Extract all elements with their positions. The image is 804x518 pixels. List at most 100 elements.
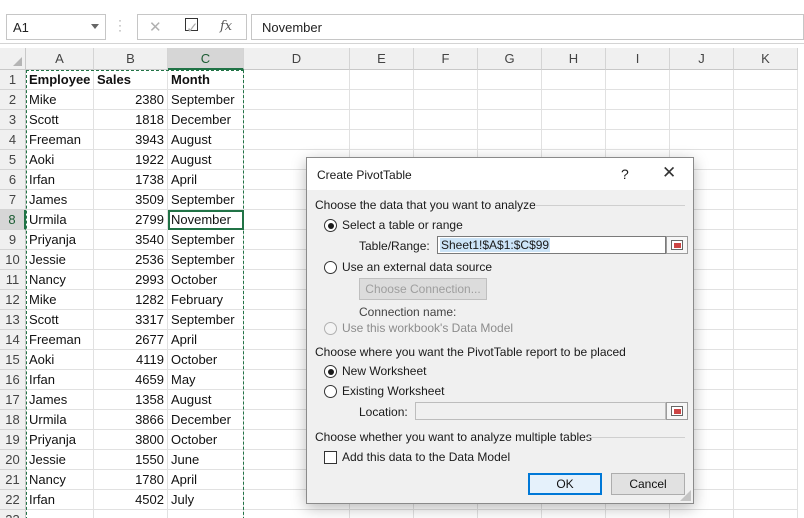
cell-c20[interactable]: June bbox=[168, 450, 244, 470]
cell-h2[interactable] bbox=[542, 90, 606, 110]
cell-c13[interactable]: September bbox=[168, 310, 244, 330]
cell-h1[interactable] bbox=[542, 70, 606, 90]
row-header-21[interactable]: 21 bbox=[0, 470, 26, 490]
column-header-c[interactable]: C bbox=[168, 48, 244, 70]
cell-j4[interactable] bbox=[670, 130, 734, 150]
collapse-dialog-icon[interactable] bbox=[666, 402, 688, 420]
cancel-button[interactable]: Cancel bbox=[611, 473, 685, 495]
cell-b20[interactable]: 1550 bbox=[94, 450, 168, 470]
cell-h23[interactable] bbox=[542, 510, 606, 518]
row-header-15[interactable]: 15 bbox=[0, 350, 26, 370]
cell-c6[interactable]: April bbox=[168, 170, 244, 190]
cell-i23[interactable] bbox=[606, 510, 670, 518]
cell-k18[interactable] bbox=[734, 410, 798, 430]
cell-a22[interactable]: Irfan bbox=[26, 490, 94, 510]
cell-k9[interactable] bbox=[734, 230, 798, 250]
cell-c11[interactable]: October bbox=[168, 270, 244, 290]
enter-entry-icon[interactable]: ✓ bbox=[185, 18, 199, 37]
cell-a13[interactable]: Scott bbox=[26, 310, 94, 330]
column-header-a[interactable]: A bbox=[26, 48, 94, 70]
cell-c5[interactable]: August bbox=[168, 150, 244, 170]
cell-a7[interactable]: James bbox=[26, 190, 94, 210]
collapse-dialog-icon[interactable] bbox=[666, 236, 688, 254]
cell-c17[interactable]: August bbox=[168, 390, 244, 410]
cell-d3[interactable] bbox=[244, 110, 350, 130]
cell-a14[interactable]: Freeman bbox=[26, 330, 94, 350]
row-header-9[interactable]: 9 bbox=[0, 230, 26, 250]
cell-a1[interactable]: Employee bbox=[26, 70, 94, 90]
cell-h4[interactable] bbox=[542, 130, 606, 150]
cell-b18[interactable]: 3866 bbox=[94, 410, 168, 430]
cell-c16[interactable]: May bbox=[168, 370, 244, 390]
row-header-22[interactable]: 22 bbox=[0, 490, 26, 510]
add-to-data-model-label[interactable]: Add this data to the Data Model bbox=[342, 450, 510, 464]
cell-k22[interactable] bbox=[734, 490, 798, 510]
cell-k17[interactable] bbox=[734, 390, 798, 410]
cell-k19[interactable] bbox=[734, 430, 798, 450]
option-new-worksheet-label[interactable]: New Worksheet bbox=[342, 364, 426, 378]
cell-b21[interactable]: 1780 bbox=[94, 470, 168, 490]
cell-c9[interactable]: September bbox=[168, 230, 244, 250]
row-header-23[interactable]: 23 bbox=[0, 510, 26, 518]
cell-c19[interactable]: October bbox=[168, 430, 244, 450]
cell-c14[interactable]: April bbox=[168, 330, 244, 350]
cell-a16[interactable]: Irfan bbox=[26, 370, 94, 390]
cell-a9[interactable]: Priyanja bbox=[26, 230, 94, 250]
formula-input[interactable]: November bbox=[251, 14, 804, 40]
cell-k11[interactable] bbox=[734, 270, 798, 290]
cell-f2[interactable] bbox=[414, 90, 478, 110]
cell-b17[interactable]: 1358 bbox=[94, 390, 168, 410]
row-header-13[interactable]: 13 bbox=[0, 310, 26, 330]
cell-a19[interactable]: Priyanja bbox=[26, 430, 94, 450]
cell-g1[interactable] bbox=[478, 70, 542, 90]
cell-e1[interactable] bbox=[350, 70, 414, 90]
cell-j23[interactable] bbox=[670, 510, 734, 518]
row-header-5[interactable]: 5 bbox=[0, 150, 26, 170]
cell-b5[interactable]: 1922 bbox=[94, 150, 168, 170]
cell-c8[interactable]: November bbox=[168, 210, 244, 230]
cell-k8[interactable] bbox=[734, 210, 798, 230]
cell-a21[interactable]: Nancy bbox=[26, 470, 94, 490]
cell-c18[interactable]: December bbox=[168, 410, 244, 430]
row-header-11[interactable]: 11 bbox=[0, 270, 26, 290]
cell-b10[interactable]: 2536 bbox=[94, 250, 168, 270]
cell-a23[interactable] bbox=[26, 510, 94, 518]
cell-e23[interactable] bbox=[350, 510, 414, 518]
cell-d2[interactable] bbox=[244, 90, 350, 110]
cell-f23[interactable] bbox=[414, 510, 478, 518]
option-existing-worksheet-label[interactable]: Existing Worksheet bbox=[342, 384, 445, 398]
radio-select-table[interactable] bbox=[324, 219, 337, 232]
cell-k14[interactable] bbox=[734, 330, 798, 350]
row-header-7[interactable]: 7 bbox=[0, 190, 26, 210]
cell-i3[interactable] bbox=[606, 110, 670, 130]
cell-c3[interactable]: December bbox=[168, 110, 244, 130]
column-header-j[interactable]: J bbox=[670, 48, 734, 70]
row-header-1[interactable]: 1 bbox=[0, 70, 26, 90]
cell-k4[interactable] bbox=[734, 130, 798, 150]
row-header-3[interactable]: 3 bbox=[0, 110, 26, 130]
choose-connection-button[interactable]: Choose Connection... bbox=[359, 278, 487, 300]
row-header-14[interactable]: 14 bbox=[0, 330, 26, 350]
cell-b8[interactable]: 2799 bbox=[94, 210, 168, 230]
cell-k16[interactable] bbox=[734, 370, 798, 390]
cell-b12[interactable]: 1282 bbox=[94, 290, 168, 310]
cell-b11[interactable]: 2993 bbox=[94, 270, 168, 290]
cell-b2[interactable]: 2380 bbox=[94, 90, 168, 110]
row-header-18[interactable]: 18 bbox=[0, 410, 26, 430]
cell-c22[interactable]: July bbox=[168, 490, 244, 510]
cell-b4[interactable]: 3943 bbox=[94, 130, 168, 150]
cell-d4[interactable] bbox=[244, 130, 350, 150]
column-header-h[interactable]: H bbox=[542, 48, 606, 70]
radio-existing-worksheet[interactable] bbox=[324, 385, 337, 398]
cell-e3[interactable] bbox=[350, 110, 414, 130]
row-header-20[interactable]: 20 bbox=[0, 450, 26, 470]
cell-k6[interactable] bbox=[734, 170, 798, 190]
name-box[interactable]: A1 bbox=[6, 14, 106, 40]
cell-j3[interactable] bbox=[670, 110, 734, 130]
cell-b6[interactable]: 1738 bbox=[94, 170, 168, 190]
cell-j1[interactable] bbox=[670, 70, 734, 90]
cell-a3[interactable]: Scott bbox=[26, 110, 94, 130]
cell-i2[interactable] bbox=[606, 90, 670, 110]
cell-b13[interactable]: 3317 bbox=[94, 310, 168, 330]
cell-a8[interactable]: Urmila bbox=[26, 210, 94, 230]
